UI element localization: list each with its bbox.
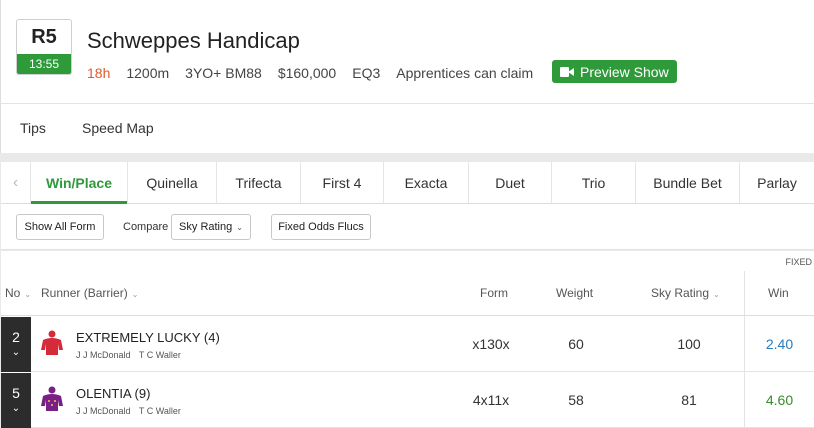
chevron-down-icon: ⌄: [236, 222, 243, 232]
runner-weight: 58: [568, 392, 584, 408]
header-weight: Weight: [556, 286, 594, 300]
track-condition: EQ3: [352, 65, 381, 81]
silk-body: [41, 394, 63, 411]
race-countdown: 18h: [87, 65, 111, 81]
runner-number: 5: [12, 385, 20, 401]
race-prize: $160,000: [277, 65, 337, 81]
subnav-speed-map[interactable]: Speed Map: [82, 120, 154, 136]
subnav-tips[interactable]: Tips: [20, 120, 46, 136]
tab-quinella[interactable]: Quinella: [128, 162, 217, 203]
race-meta: 18h 1200m 3YO+ BM88 $160,000 EQ3 Apprent…: [87, 65, 549, 81]
compare-label: Compare: [123, 221, 169, 233]
tab-trifecta[interactable]: Trifecta: [217, 162, 301, 203]
table-header: No ⌄ Runner (Barrier) ⌄ Form Weight Sky Ra…: [1, 271, 814, 316]
jockey-silk-icon: [41, 386, 63, 411]
race-note: Apprentices can claim: [396, 65, 534, 81]
runner-connections: J J McDonald T C Waller: [76, 406, 187, 416]
race-title: Schweppes Handicap: [87, 28, 300, 53]
header-runner-label: Runner (Barrier): [41, 286, 128, 300]
table-row[interactable]: 2 ⌄ EXTREMELY LUCKY (4) J J McDonald T C…: [1, 317, 814, 372]
tab-duet[interactable]: Duet: [469, 162, 552, 203]
runner-form: x130x: [472, 336, 510, 352]
header-no-label: No: [5, 286, 21, 300]
silk-cap: [48, 330, 56, 338]
runner-connections: J J McDonald T C Waller: [76, 350, 187, 360]
sort-caret-icon: ⌄: [713, 290, 720, 299]
race-time: 13:55: [17, 54, 71, 74]
preview-show-label: Preview Show: [580, 63, 669, 80]
header-form: Form: [480, 286, 508, 300]
silk-cap: [48, 386, 56, 394]
silk-body: [41, 338, 63, 355]
jockey-name: J J McDonald: [76, 406, 131, 416]
jockey-name: J J McDonald: [76, 350, 131, 360]
jockey-silk-icon: [41, 330, 63, 355]
show-all-form-button[interactable]: Show All Form: [16, 214, 104, 240]
table-row[interactable]: 5 ⌄ OLENTIA (9) J J McDonald T C Waller …: [1, 373, 814, 428]
runner-number-cell[interactable]: 2 ⌄: [1, 317, 31, 372]
compare-select[interactable]: Sky Rating ⌄: [171, 214, 251, 240]
runner-weight: 60: [568, 336, 584, 352]
preview-show-button[interactable]: Preview Show: [552, 60, 677, 83]
header-sky-rating[interactable]: Sky Rating ⌄: [651, 286, 720, 300]
tab-parlay[interactable]: Parlay: [740, 162, 814, 203]
runner-sky-rating: 100: [677, 336, 701, 352]
video-camera-icon: [560, 66, 574, 77]
tab-first-4[interactable]: First 4: [301, 162, 384, 203]
trainer-name: T C Waller: [138, 406, 181, 416]
chevron-down-icon: ⌄: [11, 347, 21, 358]
tab-win-place[interactable]: Win/Place: [31, 162, 128, 204]
tab-exacta[interactable]: Exacta: [384, 162, 469, 203]
fixed-odds-label: FIXED: [785, 257, 812, 267]
race-number-badge: R5 13:55: [16, 19, 72, 75]
header-win: Win: [768, 286, 789, 300]
win-odds[interactable]: 2.40: [745, 336, 814, 352]
runner-name[interactable]: EXTREMELY LUCKY (4): [76, 330, 220, 345]
race-distance: 1200m: [126, 65, 170, 81]
bet-type-tabs: ‹ Win/Place Quinella Trifecta First 4 Ex…: [1, 162, 814, 204]
chevron-left-icon[interactable]: ‹: [1, 162, 31, 203]
runner-name[interactable]: OLENTIA (9): [76, 386, 150, 401]
race-header: R5 13:55 Schweppes Handicap 18h 1200m 3Y…: [0, 0, 814, 104]
runner-number: 2: [12, 329, 20, 345]
header-runner[interactable]: Runner (Barrier) ⌄: [41, 286, 138, 300]
header-sky-rating-label: Sky Rating: [651, 286, 710, 300]
tab-bundle-bet[interactable]: Bundle Bet: [636, 162, 740, 203]
sort-caret-icon: ⌄: [131, 290, 139, 299]
runner-sky-rating: 81: [681, 392, 697, 408]
chevron-down-icon: ⌄: [11, 403, 21, 414]
win-odds[interactable]: 4.60: [745, 392, 814, 408]
race-class: 3YO+ BM88: [185, 65, 262, 81]
form-toolbar: Show All Form Compare Sky Rating ⌄ Fixed…: [1, 204, 814, 250]
tab-trio[interactable]: Trio: [552, 162, 636, 203]
runners-table: FIXED No ⌄ Runner (Barrier) ⌄ Form Weight …: [1, 251, 814, 428]
header-no[interactable]: No ⌄: [5, 286, 31, 300]
compare-select-value: Sky Rating: [179, 221, 233, 233]
fixed-odds-flucs-button[interactable]: Fixed Odds Flucs: [271, 214, 371, 240]
race-number: R5: [31, 26, 57, 48]
runner-form: 4x11x: [472, 392, 510, 408]
sort-caret-icon: ⌄: [24, 290, 32, 299]
runner-number-cell[interactable]: 5 ⌄: [1, 373, 31, 428]
trainer-name: T C Waller: [138, 350, 181, 360]
race-subnav: Tips Speed Map: [0, 104, 814, 153]
